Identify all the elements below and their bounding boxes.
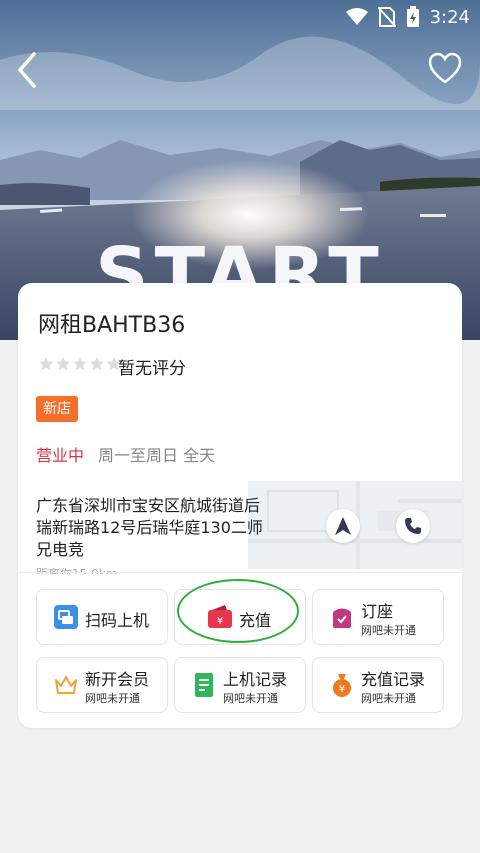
divider [18, 572, 462, 573]
reserve-seat-label: 订座 [361, 602, 394, 621]
business-hours: 周一至周日 全天 [98, 446, 216, 465]
scan-to-login-label: 扫码上机 [85, 611, 150, 630]
phone-icon [405, 518, 421, 534]
recharge-button[interactable]: ¥ 充值 [174, 589, 306, 645]
status-bar: 3:24 [0, 0, 480, 32]
new-member-button[interactable]: 新开会员 网吧未开通 [36, 657, 168, 713]
money-bag-icon: ¥ [333, 674, 351, 697]
login-records-label: 上机记录 [223, 670, 288, 689]
svg-text:¥: ¥ [339, 684, 345, 695]
login-records-status: 网吧未开通 [223, 692, 278, 705]
back-arrow-icon [18, 52, 36, 88]
reserve-seat-status: 网吧未开通 [361, 624, 416, 637]
login-records-button[interactable]: 上机记录 网吧未开通 [174, 657, 306, 713]
open-status: 营业中 [36, 446, 85, 465]
call-button[interactable] [396, 509, 430, 543]
svg-text:¥: ¥ [217, 616, 223, 627]
star-icon [55, 356, 71, 371]
new-member-label: 新开会员 [85, 670, 150, 689]
store-address: 广东省深圳市宝安区航城街道后瑞新瑞路12号后瑞华庭130二师兄电竞 [36, 496, 263, 559]
recharge-records-label: 充值记录 [361, 670, 426, 689]
star-icon [38, 356, 54, 371]
rating-stars [38, 356, 122, 372]
store-name: 网租BAHTB36 [38, 313, 186, 338]
heart-icon [428, 52, 462, 84]
scan-login-icon [54, 605, 78, 629]
reserve-seat-button[interactable]: 订座 网吧未开通 [312, 589, 444, 645]
star-icon [89, 356, 105, 371]
star-icon [72, 356, 88, 371]
rating-text: 暂无评分 [118, 359, 186, 379]
recharge-records-status: 网吧未开通 [361, 692, 416, 705]
login-records-icon [195, 673, 213, 697]
recharge-records-button[interactable]: ¥ 充值记录 网吧未开通 [312, 657, 444, 713]
crown-icon [55, 676, 77, 694]
wifi-icon [345, 8, 368, 25]
recharge-wallet-icon: ¥ [208, 605, 232, 628]
reserve-seat-icon [333, 608, 351, 628]
navigation-arrow-icon [335, 517, 351, 535]
navigate-button[interactable] [326, 509, 360, 543]
favorite-button[interactable] [428, 52, 462, 86]
recharge-label: 充值 [239, 611, 272, 630]
new-store-badge: 新店 [36, 396, 78, 422]
status-time: 3:24 [429, 6, 470, 28]
new-member-status: 网吧未开通 [85, 692, 140, 705]
scan-to-login-button[interactable]: 扫码上机 [36, 589, 168, 645]
back-button[interactable] [10, 50, 46, 90]
no-sim-icon [377, 7, 396, 27]
battery-charging-icon [406, 6, 419, 27]
